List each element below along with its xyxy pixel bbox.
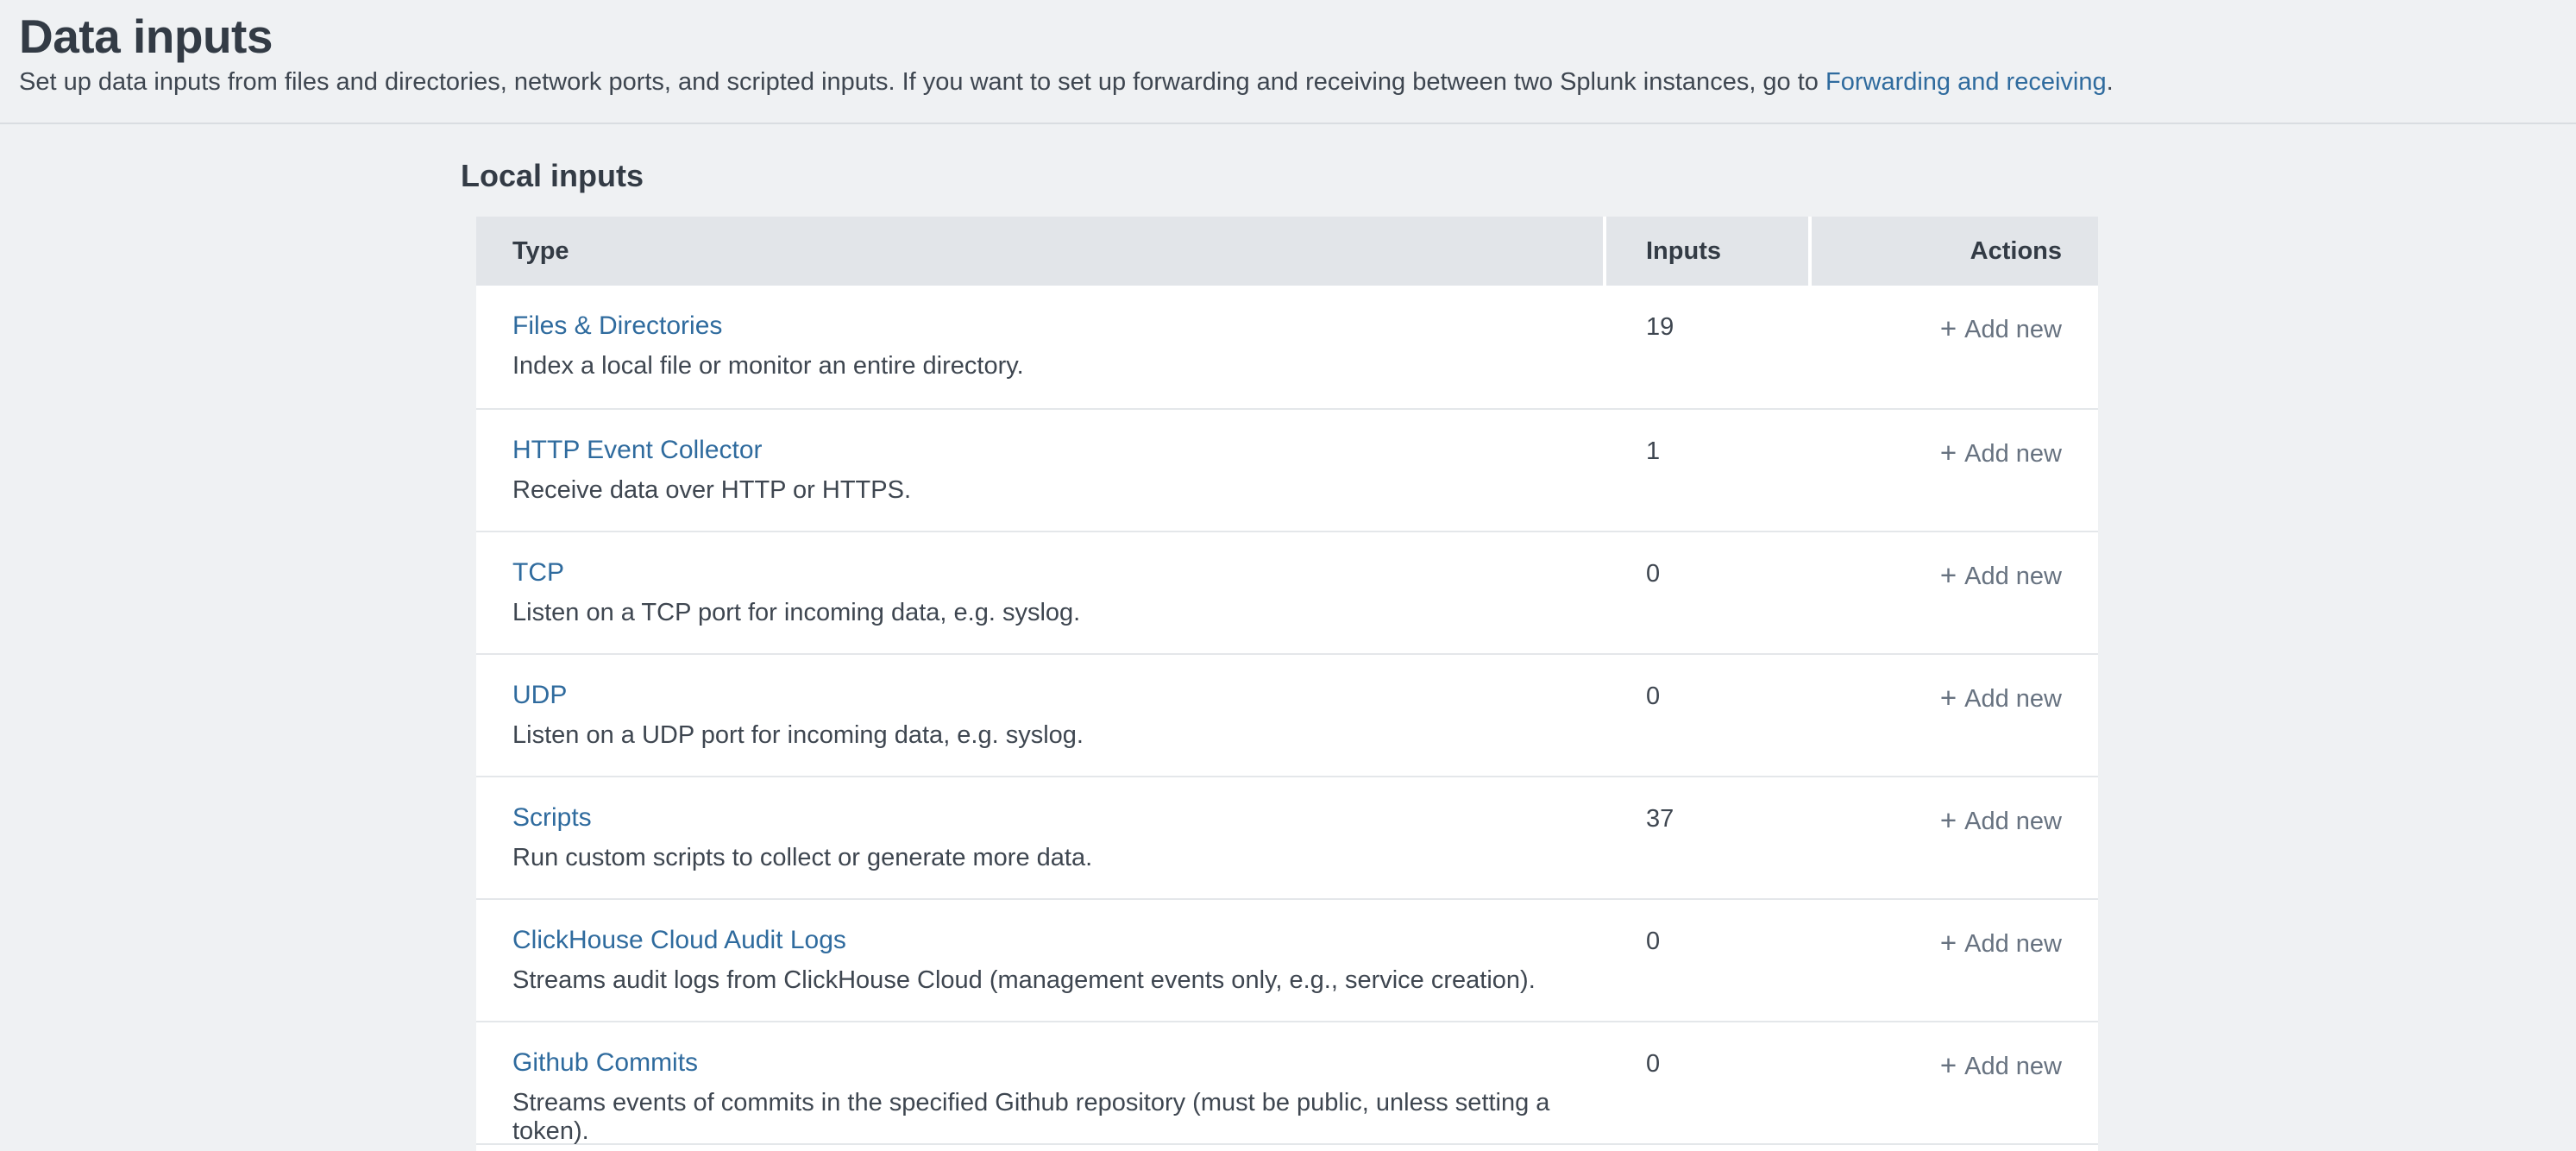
type-cell: HTTP Event Collector Receive data over H… xyxy=(476,410,1606,531)
add-new-link[interactable]: +Add new xyxy=(1940,685,2062,713)
plus-icon: + xyxy=(1940,559,1957,591)
input-type-description: Streams events of commits in the specifi… xyxy=(512,1089,1589,1146)
add-new-link[interactable]: +Add new xyxy=(1940,930,2062,958)
input-type-link[interactable]: Scripts xyxy=(512,803,592,833)
input-type-description: Streams audit logs from ClickHouse Cloud… xyxy=(512,966,1589,995)
inputs-count: 19 xyxy=(1606,286,1808,408)
input-type-description: Index a local file or monitor an entire … xyxy=(512,352,1589,381)
type-cell: UDP Listen on a UDP port for incoming da… xyxy=(476,655,1606,776)
plus-icon: + xyxy=(1940,804,1957,836)
inputs-count: 1 xyxy=(1606,410,1808,531)
plus-icon: + xyxy=(1940,312,1957,344)
input-type-link[interactable]: HTTP Event Collector xyxy=(512,436,763,465)
column-header-inputs: Inputs xyxy=(1606,217,1808,286)
input-type-link[interactable]: Files & Directories xyxy=(512,311,722,341)
actions-cell: + Add new xyxy=(1808,1022,2098,1143)
table-row: TCP Listen on a TCP port for incoming da… xyxy=(476,531,2098,653)
add-new-label: Add new xyxy=(1964,316,2062,343)
inputs-count: 0 xyxy=(1606,655,1808,776)
add-new-link[interactable]: +Add new xyxy=(1940,808,2062,835)
type-cell: Github Commits Streams events of commits… xyxy=(476,1022,1606,1143)
plus-icon: + xyxy=(1940,437,1957,469)
add-new-link[interactable]: +Add new xyxy=(1940,316,2062,343)
subtitle-period: . xyxy=(2107,68,2114,96)
page-header: Data inputs Set up data inputs from file… xyxy=(0,0,2576,124)
type-cell: Scripts Run custom scripts to collect or… xyxy=(476,777,1606,898)
inputs-count: 0 xyxy=(1606,900,1808,1021)
input-type-description: Receive data over HTTP or HTTPS. xyxy=(512,476,1589,505)
subtitle-text: Set up data inputs from files and direct… xyxy=(19,68,1825,96)
table-row: Scripts Run custom scripts to collect or… xyxy=(476,776,2098,898)
type-cell: Files & Directories Index a local file o… xyxy=(476,286,1606,408)
actions-cell: +Add new xyxy=(1808,655,2098,776)
add-new-label: Add new xyxy=(1964,1053,2062,1080)
input-type-link[interactable]: Github Commits xyxy=(512,1048,698,1078)
type-cell: TCP Listen on a TCP port for incoming da… xyxy=(476,532,1606,653)
forwarding-and-receiving-link[interactable]: Forwarding and receiving xyxy=(1825,68,2107,96)
column-header-actions: Actions xyxy=(1812,217,2098,286)
table-row: UDP Listen on a UDP port for incoming da… xyxy=(476,653,2098,776)
plus-icon: + xyxy=(1940,1049,1957,1081)
table-row: HTTP Event Collector Receive data over H… xyxy=(476,408,2098,531)
plus-icon: + xyxy=(1940,682,1957,714)
add-new-label: Add new xyxy=(1964,685,2062,713)
table-row: ClickHouse Cloud Audit Logs Streams audi… xyxy=(476,898,2098,1021)
table-row: Github Commits Streams events of commits… xyxy=(476,1021,2098,1143)
add-new-label: Add new xyxy=(1964,440,2062,468)
add-new-link[interactable]: +Add new xyxy=(1940,440,2062,468)
local-inputs-heading: Local inputs xyxy=(461,158,2576,194)
plus-icon: + xyxy=(1940,927,1957,959)
page-subtitle: Set up data inputs from files and direct… xyxy=(19,68,2576,97)
type-cell: ClickHouse Cloud Audit Logs Streams audi… xyxy=(476,900,1606,1021)
input-type-link[interactable]: ClickHouse Cloud Audit Logs xyxy=(512,926,846,955)
actions-cell: + Add new xyxy=(1808,532,2098,653)
column-header-type: Type xyxy=(476,217,1603,286)
input-type-description: Run custom scripts to collect or generat… xyxy=(512,844,1589,872)
inputs-count: 0 xyxy=(1606,1022,1808,1143)
table-header-row: Type Inputs Actions xyxy=(476,217,2098,286)
inputs-count: 37 xyxy=(1606,777,1808,898)
input-type-link[interactable]: UDP xyxy=(512,681,567,710)
add-new-link[interactable]: +Add new xyxy=(1940,1053,2062,1080)
actions-cell: +Add new xyxy=(1808,410,2098,531)
add-new-label: Add new xyxy=(1964,930,2062,958)
actions-cell: +Add new xyxy=(1808,900,2098,1021)
add-new-label: Add new xyxy=(1964,808,2062,835)
page-title: Data inputs xyxy=(19,10,2576,63)
local-inputs-table: Type Inputs Actions Files & Directories … xyxy=(476,217,2098,1151)
inputs-count: 0 xyxy=(1606,532,1808,653)
input-type-description: Listen on a TCP port for incoming data, … xyxy=(512,599,1589,627)
actions-cell: + Add new xyxy=(1808,777,2098,898)
add-new-label: Add new xyxy=(1964,563,2062,590)
input-type-link[interactable]: TCP xyxy=(512,558,564,588)
add-new-link[interactable]: +Add new xyxy=(1940,563,2062,590)
input-type-description: Listen on a UDP port for incoming data, … xyxy=(512,721,1589,750)
actions-cell: + Add new xyxy=(1808,286,2098,408)
table-row: Files & Directories Index a local file o… xyxy=(476,286,2098,408)
